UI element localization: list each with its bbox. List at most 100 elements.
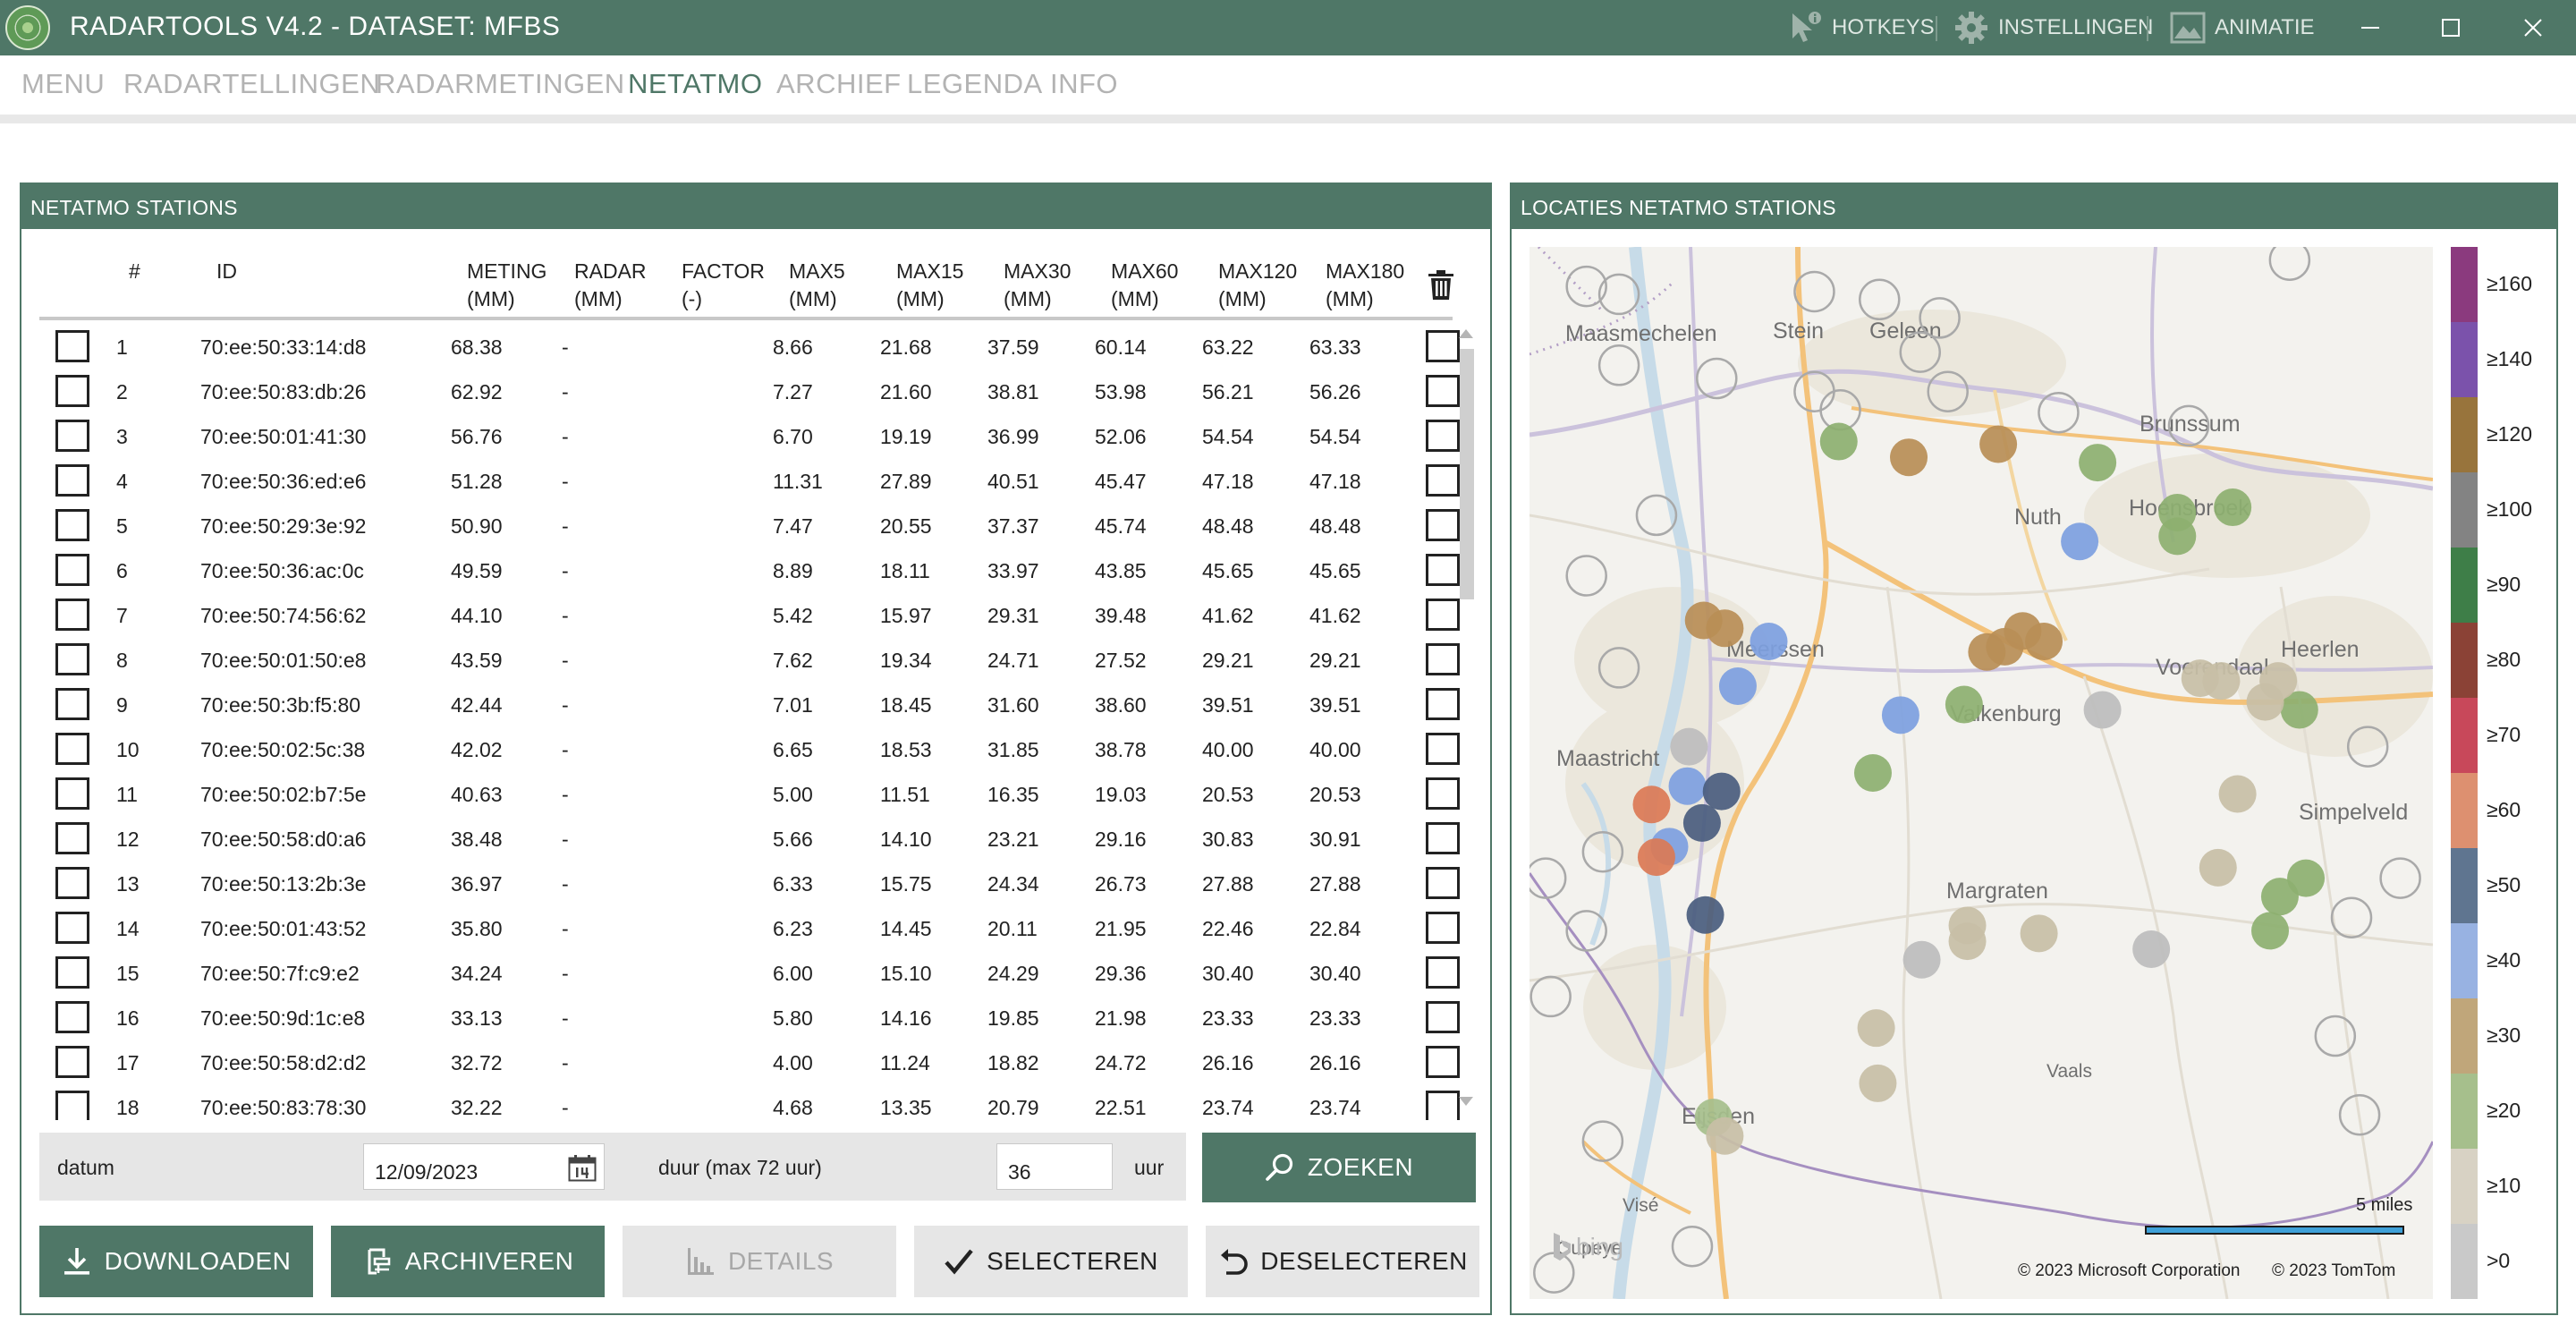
column-header-max15[interactable]: MAX15 (MM): [896, 258, 963, 313]
row-delete-checkbox[interactable]: [1426, 733, 1460, 765]
row-delete-checkbox[interactable]: [1426, 509, 1460, 541]
column-header-id[interactable]: ID: [216, 258, 237, 285]
station-marker[interactable]: [2083, 691, 2122, 729]
menu-item-legenda[interactable]: LEGENDA: [907, 68, 1043, 100]
column-header-max60[interactable]: MAX60 (MM): [1111, 258, 1178, 313]
minimize-button[interactable]: [2343, 7, 2397, 48]
menu-item-radartellingen[interactable]: RADARTELLINGEN: [123, 68, 380, 100]
row-delete-checkbox[interactable]: [1426, 1091, 1460, 1120]
station-marker[interactable]: [2025, 623, 2063, 660]
table-row[interactable]: 8 70:ee:50:01:50:e8 43.59 - 7.62 19.34 24.71 27…: [39, 637, 1470, 682]
table-row[interactable]: 16 70:ee:50:9d:1c:e8 33.13 - 5.80 14.16 19.85 2…: [39, 995, 1470, 1040]
row-select-checkbox[interactable]: [55, 733, 89, 765]
station-marker[interactable]: [2202, 662, 2241, 700]
station-marker[interactable]: [2079, 444, 2117, 482]
calendar-icon[interactable]: [568, 1155, 597, 1182]
table-row[interactable]: 6 70:ee:50:36:ac:0c 49.59 - 8.89 18.11 33.97 43…: [39, 548, 1470, 592]
row-delete-checkbox[interactable]: [1426, 1001, 1460, 1033]
settings-button[interactable]: INSTELLINGEN: [1953, 9, 2153, 47]
menu-item-radarmetingen[interactable]: RADARMETINGEN: [376, 68, 625, 100]
scroll-up-icon[interactable]: [1457, 324, 1475, 342]
station-marker[interactable]: [1706, 609, 1744, 648]
station-marker[interactable]: [2218, 775, 2257, 813]
station-marker[interactable]: [2259, 662, 2298, 700]
column-header-radar[interactable]: RADAR (MM): [574, 258, 647, 313]
row-select-checkbox[interactable]: [55, 912, 89, 944]
table-row[interactable]: 2 70:ee:50:83:db:26 62.92 - 7.27 21.60 38.81 53…: [39, 369, 1470, 413]
row-delete-checkbox[interactable]: [1426, 420, 1460, 452]
station-marker[interactable]: [2061, 522, 2099, 561]
maximize-button[interactable]: [2424, 7, 2478, 48]
row-delete-checkbox[interactable]: [1426, 867, 1460, 899]
row-delete-checkbox[interactable]: [1426, 688, 1460, 720]
table-row[interactable]: 1 70:ee:50:33:14:d8 68.38 - 8.66 21.68 37.59 60…: [39, 324, 1470, 369]
row-select-checkbox[interactable]: [55, 464, 89, 497]
station-marker[interactable]: [2158, 493, 2197, 531]
station-marker[interactable]: [1902, 940, 1941, 979]
station-marker[interactable]: [1718, 666, 1757, 705]
row-select-checkbox[interactable]: [55, 330, 89, 362]
row-select-checkbox[interactable]: [55, 688, 89, 720]
search-button[interactable]: ZOEKEN: [1202, 1133, 1476, 1202]
date-input[interactable]: 12/09/2023: [363, 1143, 605, 1190]
station-marker[interactable]: [2199, 848, 2237, 887]
select-button[interactable]: SELECTEREN: [914, 1226, 1188, 1297]
station-marker[interactable]: [2020, 914, 2058, 953]
row-select-checkbox[interactable]: [55, 375, 89, 407]
row-delete-checkbox[interactable]: [1426, 599, 1460, 631]
station-marker[interactable]: [2260, 878, 2299, 916]
row-select-checkbox[interactable]: [55, 1091, 89, 1120]
duration-input[interactable]: 36: [996, 1143, 1113, 1190]
station-marker[interactable]: [1881, 696, 1919, 734]
column-header-max5[interactable]: MAX5 (MM): [789, 258, 845, 313]
row-delete-checkbox[interactable]: [1426, 375, 1460, 407]
station-marker[interactable]: [1948, 906, 1987, 945]
row-select-checkbox[interactable]: [55, 420, 89, 452]
station-marker[interactable]: [1670, 727, 1708, 766]
column-header-max180[interactable]: MAX180 (MM): [1326, 258, 1404, 313]
scroll-down-icon[interactable]: [1457, 1093, 1475, 1111]
trash-icon[interactable]: [1428, 270, 1454, 301]
station-marker[interactable]: [1979, 425, 2018, 463]
row-select-checkbox[interactable]: [55, 777, 89, 810]
map-canvas[interactable]: MaasmechelenSteinGeleenBrunssumNuthHoens…: [1530, 247, 2433, 1299]
row-select-checkbox[interactable]: [55, 1046, 89, 1078]
column-header-max120[interactable]: MAX120 (MM): [1218, 258, 1297, 313]
station-marker[interactable]: [1706, 1116, 1744, 1155]
row-select-checkbox[interactable]: [55, 1001, 89, 1033]
hotkeys-button[interactable]: HOTKEYS: [1787, 9, 1935, 47]
table-row[interactable]: 10 70:ee:50:02:5c:38 42.02 - 6.65 18.53 31.85 3…: [39, 726, 1470, 771]
station-marker[interactable]: [1857, 1009, 1895, 1048]
table-row[interactable]: 3 70:ee:50:01:41:30 56.76 - 6.70 19.19 36.99 52…: [39, 413, 1470, 458]
row-delete-checkbox[interactable]: [1426, 643, 1460, 675]
station-marker[interactable]: [1945, 685, 1983, 724]
station-marker[interactable]: [1750, 623, 1788, 660]
download-button[interactable]: DOWNLOADEN: [39, 1226, 313, 1297]
station-marker[interactable]: [1632, 785, 1671, 824]
station-marker[interactable]: [1859, 1064, 1897, 1102]
close-button[interactable]: [2506, 7, 2560, 48]
row-delete-checkbox[interactable]: [1426, 777, 1460, 810]
station-marker[interactable]: [1819, 422, 1858, 461]
table-row[interactable]: 15 70:ee:50:7f:c9:e2 34.24 - 6.00 15.10 24.29 2…: [39, 950, 1470, 995]
table-scrollbar[interactable]: [1456, 324, 1476, 1120]
row-select-checkbox[interactable]: [55, 822, 89, 854]
station-marker[interactable]: [1668, 767, 1707, 805]
station-marker[interactable]: [1686, 896, 1724, 934]
menu-item-menu[interactable]: MENU: [21, 68, 105, 100]
station-marker[interactable]: [1890, 438, 1928, 477]
menu-item-netatmo[interactable]: NETATMO: [628, 68, 762, 100]
row-select-checkbox[interactable]: [55, 599, 89, 631]
station-marker[interactable]: [2132, 930, 2171, 968]
station-marker[interactable]: [1853, 754, 1892, 792]
table-row[interactable]: 9 70:ee:50:3b:f5:80 42.44 - 7.01 18.45 31.60 38…: [39, 682, 1470, 726]
table-row[interactable]: 7 70:ee:50:74:56:62 44.10 - 5.42 15.97 29.31 39…: [39, 592, 1470, 637]
row-delete-checkbox[interactable]: [1426, 912, 1460, 944]
row-select-checkbox[interactable]: [55, 956, 89, 989]
archive-button[interactable]: ARCHIVEREN: [331, 1226, 605, 1297]
column-header-num[interactable]: #: [129, 258, 140, 285]
row-select-checkbox[interactable]: [55, 867, 89, 899]
table-row[interactable]: 14 70:ee:50:01:43:52 35.80 - 6.23 14.45 20.11 2…: [39, 905, 1470, 950]
details-button[interactable]: DETAILS: [623, 1226, 896, 1297]
table-row[interactable]: 13 70:ee:50:13:2b:3e 36.97 - 6.33 15.75 24.34 2…: [39, 861, 1470, 905]
